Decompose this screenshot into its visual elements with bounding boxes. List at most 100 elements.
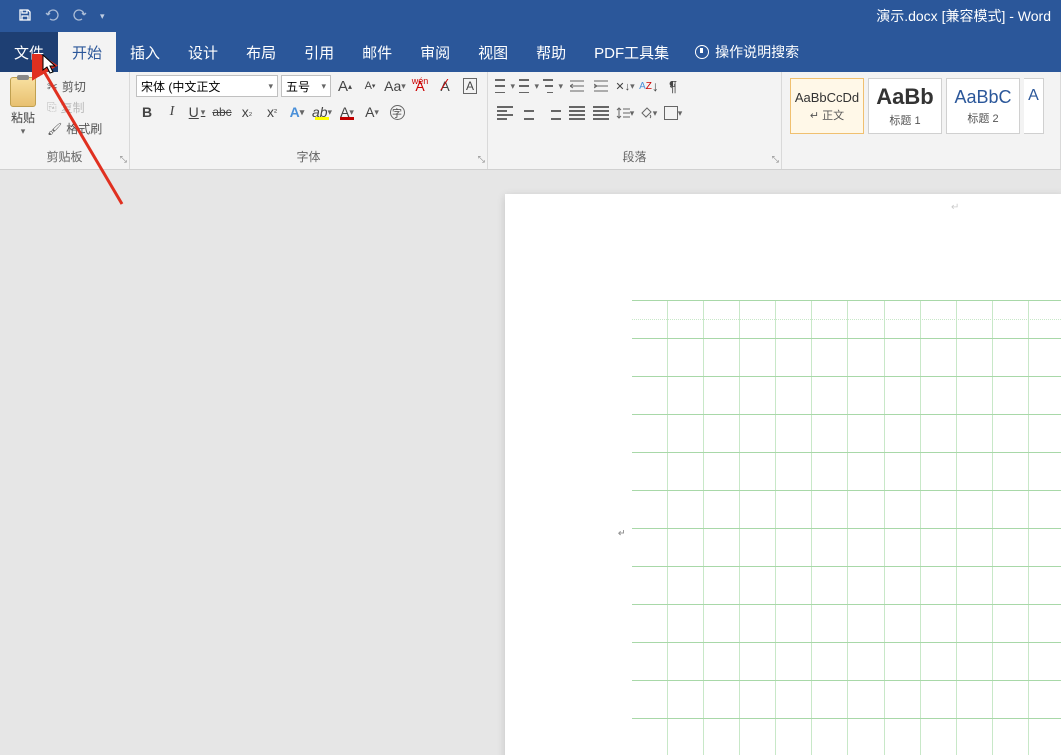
- grid-row: ↵: [632, 452, 1061, 490]
- grid-cell: [812, 377, 848, 414]
- redo-icon[interactable]: [72, 8, 88, 25]
- borders-button[interactable]: ▾: [662, 102, 684, 124]
- grid-cell: [740, 567, 776, 604]
- font-launcher-icon[interactable]: ⤡: [478, 154, 485, 165]
- tab-view[interactable]: 视图: [464, 32, 522, 72]
- underline-button[interactable]: U▾: [186, 101, 208, 123]
- tab-pdf[interactable]: PDF工具集: [580, 32, 683, 72]
- grid-cell: [632, 719, 668, 755]
- grid-cell: [993, 491, 1029, 528]
- shading-button[interactable]: ▾: [638, 102, 660, 124]
- document-page[interactable]: ↵ document.write(Array.from({length:12},…: [505, 194, 1061, 755]
- grid-cell: [776, 567, 812, 604]
- grow-font-button[interactable]: A▴: [334, 75, 356, 97]
- tab-insert[interactable]: 插入: [116, 32, 174, 72]
- italic-button[interactable]: I: [161, 101, 183, 123]
- format-painter-button[interactable]: 🖌 格式刷: [44, 119, 105, 138]
- increase-indent-button[interactable]: [590, 75, 612, 97]
- enclose-char-button[interactable]: 字: [386, 101, 408, 123]
- strikethrough-button[interactable]: abc: [211, 101, 233, 123]
- font-name-value: 宋体 (中文正文: [141, 78, 220, 95]
- change-case-button[interactable]: Aa▾: [384, 75, 406, 97]
- style-normal[interactable]: AaBbCcDd ↵ 正文: [790, 78, 864, 134]
- grid-cell: [885, 529, 921, 566]
- grid-cell: [993, 377, 1029, 414]
- sort-button[interactable]: AZ↓: [638, 75, 660, 97]
- phonetic-guide-button[interactable]: wénA: [409, 75, 431, 97]
- tab-review[interactable]: 审阅: [406, 32, 464, 72]
- align-center-button[interactable]: [518, 102, 540, 124]
- justify-button[interactable]: [566, 102, 588, 124]
- clipboard-group-label: 剪贴板: [0, 146, 129, 167]
- shrink-font-button[interactable]: A▾: [359, 75, 381, 97]
- align-left-button[interactable]: [494, 102, 516, 124]
- text-effects-button[interactable]: A▾: [286, 101, 308, 123]
- grid-cell: [957, 605, 993, 642]
- copy-icon: ⎘: [47, 100, 57, 115]
- paste-button[interactable]: 粘贴 ▾: [6, 75, 40, 139]
- font-name-combo[interactable]: 宋体 (中文正文 ▾: [136, 75, 278, 97]
- grid-cell: [704, 529, 740, 566]
- qat-customize-icon[interactable]: ▾: [100, 11, 105, 22]
- grid-cell: [704, 377, 740, 414]
- font-size-combo[interactable]: 五号 ▾: [281, 75, 331, 97]
- style-heading2[interactable]: AaBbC 标题 2: [946, 78, 1020, 134]
- tab-mailings[interactable]: 邮件: [348, 32, 406, 72]
- tab-home[interactable]: 开始: [58, 32, 116, 72]
- line-spacing-button[interactable]: ▾: [614, 102, 636, 124]
- char-border-button[interactable]: A: [459, 75, 481, 97]
- tab-design[interactable]: 设计: [174, 32, 232, 72]
- grid-cell: [632, 377, 668, 414]
- clipboard-launcher-icon[interactable]: ⤡: [120, 154, 127, 165]
- grid-cell: [812, 681, 848, 718]
- grid-cell: [704, 605, 740, 642]
- cut-button[interactable]: ✂ 剪切: [44, 77, 105, 96]
- style-h2-preview: AaBbC: [954, 87, 1011, 108]
- grid-cell: [993, 529, 1029, 566]
- grid-cell: [668, 415, 704, 452]
- clear-formatting-button[interactable]: ⁄A: [434, 75, 456, 97]
- style-h2-name: 标题 2: [967, 110, 998, 126]
- numbering-button[interactable]: ▾: [518, 75, 540, 97]
- style-more[interactable]: A: [1024, 78, 1044, 134]
- bullets-button[interactable]: ▾: [494, 75, 516, 97]
- tab-layout[interactable]: 布局: [232, 32, 290, 72]
- decrease-indent-button[interactable]: [566, 75, 588, 97]
- style-heading1[interactable]: AaBb 标题 1: [868, 78, 942, 134]
- grid-cell: [885, 339, 921, 376]
- asian-layout-button[interactable]: ✕↓▾: [614, 75, 636, 97]
- tab-help[interactable]: 帮助: [522, 32, 580, 72]
- save-icon[interactable]: [18, 8, 32, 25]
- undo-icon[interactable]: [44, 8, 60, 25]
- grid-cell: [740, 605, 776, 642]
- subscript-button[interactable]: x₂: [236, 101, 258, 123]
- grid-cell: [957, 453, 993, 490]
- grid-cell: [632, 567, 668, 604]
- grid-cell: [921, 719, 957, 755]
- grid-cell: [740, 339, 776, 376]
- grid-cell: [848, 491, 884, 528]
- align-right-button[interactable]: [542, 102, 564, 124]
- copy-button[interactable]: ⎘ 复制: [44, 98, 105, 117]
- grid-cell: [668, 377, 704, 414]
- superscript-button[interactable]: x²: [261, 101, 283, 123]
- grid-cell: [740, 681, 776, 718]
- tab-references[interactable]: 引用: [290, 32, 348, 72]
- grid-cell: [668, 643, 704, 680]
- tell-me-search[interactable]: 操作说明搜索: [683, 32, 799, 72]
- multilevel-list-button[interactable]: ▾: [542, 75, 564, 97]
- distribute-button[interactable]: [590, 102, 612, 124]
- grid-cell: [848, 605, 884, 642]
- grid-cell: [776, 453, 812, 490]
- show-paragraph-marks-button[interactable]: ¶↵: [662, 75, 684, 97]
- grid-cell: [776, 681, 812, 718]
- font-color-button[interactable]: A▾: [336, 101, 358, 123]
- highlight-button[interactable]: ab▾: [311, 101, 333, 123]
- grid-cell: [668, 529, 704, 566]
- chevron-down-icon: ▾: [268, 81, 273, 92]
- grid-cell: [848, 681, 884, 718]
- grid-cell: [704, 719, 740, 755]
- bold-button[interactable]: B: [136, 101, 158, 123]
- char-shading-button[interactable]: A▾: [361, 101, 383, 123]
- paragraph-launcher-icon[interactable]: ⤡: [772, 154, 779, 165]
